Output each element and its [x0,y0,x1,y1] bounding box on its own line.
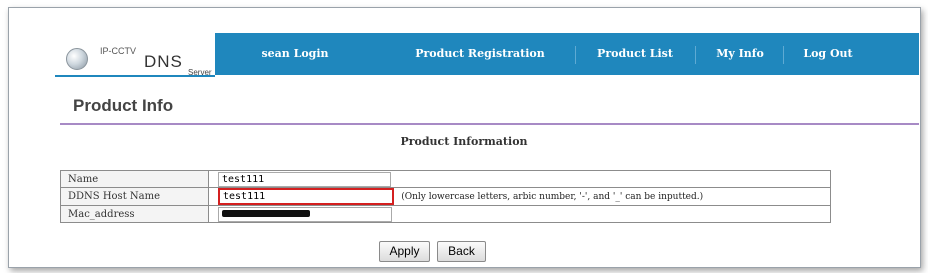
mac-address-label: Mac_address [60,205,209,223]
mac-address-field[interactable] [218,206,392,222]
ddns-host-name-field[interactable]: test111 [218,188,394,205]
page-title: Product Info [73,96,174,115]
nav-item-log-out[interactable]: Log Out [788,33,868,75]
ddns-host-name-cell: test111 (Only lowercase letters, arbic n… [208,187,831,206]
top-navigation-bar: IP-CCTV DNS Server sean Login Product Re… [55,33,919,77]
nav-item-product-registration[interactable]: Product Registration [400,33,560,75]
name-cell: test111 [208,170,831,188]
product-info-table: Name test111 DDNS Host Name test111 (Onl… [60,170,831,223]
nav-item-login[interactable]: sean Login [240,33,350,75]
back-button[interactable]: Back [437,241,486,262]
globe-icon [66,48,88,70]
ddns-host-name-label: DDNS Host Name [60,187,209,206]
apply-button[interactable]: Apply [379,241,430,262]
nav-separator [783,46,784,64]
ddns-hint-text: (Only lowercase letters, arbic number, '… [401,191,704,202]
logo-text-server: Server [188,68,212,77]
name-label: Name [60,170,209,188]
nav-item-my-info[interactable]: My Info [703,33,777,75]
title-divider [60,123,919,125]
nav-item-product-list[interactable]: Product List [580,33,690,75]
table-row: Name test111 [60,170,831,188]
logo-text-dns: DNS [144,52,183,71]
name-field[interactable]: test111 [218,171,391,187]
logo-text-ipcctv: IP-CCTV [100,46,136,56]
table-row: Mac_address [60,205,831,223]
mac-address-cell [208,205,831,223]
logo[interactable]: IP-CCTV DNS Server [55,33,215,77]
section-title: Product Information [400,135,528,148]
nav-separator [575,46,576,64]
redaction-bar [222,210,310,217]
table-row: DDNS Host Name test111 (Only lowercase l… [60,187,831,206]
nav-separator [695,46,696,64]
